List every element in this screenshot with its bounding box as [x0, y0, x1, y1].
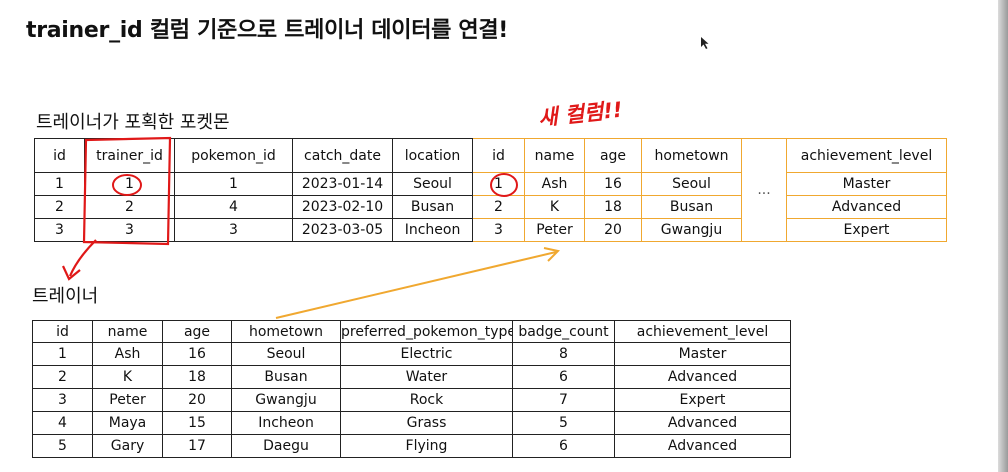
trainer-id-circle: [112, 174, 142, 196]
joined-id-circle: [490, 173, 518, 197]
trainer-id-highlight-box: [82, 136, 172, 246]
orange-arrow-icon: [275, 251, 557, 319]
handwritten-annotations: [62, 136, 561, 319]
red-arrow-icon: [68, 239, 97, 277]
